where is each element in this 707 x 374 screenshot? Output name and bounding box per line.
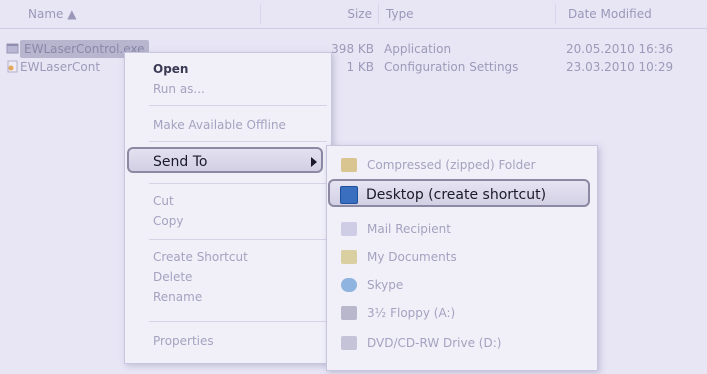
send-to-skype[interactable]: Skype — [327, 272, 597, 298]
file-type: Application — [384, 42, 452, 56]
send-to-my-documents[interactable]: My Documents — [327, 244, 597, 270]
submenu-arrow-icon — [311, 157, 317, 167]
context-menu: Open Run as... Make Available Offline Se… — [124, 52, 332, 364]
sort-ascending-icon: ▲ — [67, 7, 77, 21]
column-date-header[interactable]: Date Modified — [562, 0, 652, 28]
send-to-desktop[interactable]: Desktop (create shortcut) — [328, 179, 590, 207]
menu-separator — [149, 321, 327, 322]
column-header: Name ▲ Size Type Date Modified — [0, 0, 707, 29]
desktop-icon — [340, 186, 358, 204]
file-row[interactable]: EWLaserControl.exe 398 KB Application 20… — [0, 40, 707, 58]
menu-item-send-to[interactable]: Send To — [127, 147, 323, 173]
menu-item-delete[interactable]: Delete — [125, 267, 331, 287]
menu-item-properties[interactable]: Properties — [125, 331, 331, 351]
menu-separator — [149, 239, 327, 240]
application-icon — [6, 43, 19, 54]
file-type: Configuration Settings — [384, 60, 519, 74]
menu-item-send-to-label: Send To — [153, 154, 208, 170]
menu-separator — [149, 105, 327, 106]
send-to-floppy[interactable]: 3½ Floppy (A:) — [327, 300, 597, 326]
column-type-header[interactable]: Type — [380, 0, 414, 28]
column-separator[interactable] — [260, 4, 261, 24]
menu-item-create-shortcut[interactable]: Create Shortcut — [125, 247, 331, 267]
mail-icon — [341, 222, 357, 236]
dvd-drive-icon — [341, 336, 357, 350]
settings-file-icon — [7, 60, 18, 73]
file-date: 20.05.2010 16:36 — [566, 42, 674, 56]
menu-item-run-as[interactable]: Run as... — [125, 79, 331, 99]
floppy-drive-icon — [341, 306, 357, 320]
menu-item-open[interactable]: Open — [125, 59, 331, 79]
menu-item-rename[interactable]: Rename — [125, 287, 331, 307]
send-to-compressed-folder[interactable]: Compressed (zipped) Folder — [327, 152, 597, 178]
column-size-header[interactable]: Size — [324, 0, 376, 28]
zip-folder-icon — [341, 158, 357, 172]
my-documents-icon — [341, 250, 357, 264]
skype-icon — [341, 278, 357, 292]
send-to-dvd-drive[interactable]: DVD/CD-RW Drive (D:) — [327, 330, 597, 356]
menu-item-make-offline[interactable]: Make Available Offline — [125, 115, 331, 135]
menu-separator — [149, 141, 327, 142]
send-to-submenu: Compressed (zipped) Folder Desktop (crea… — [326, 145, 598, 371]
column-name-header[interactable]: Name ▲ — [22, 0, 76, 28]
file-name[interactable]: EWLaserCont — [20, 58, 100, 76]
menu-item-copy[interactable]: Copy — [125, 211, 331, 231]
file-date: 23.03.2010 10:29 — [566, 60, 674, 74]
menu-item-cut[interactable]: Cut — [125, 191, 331, 211]
send-to-mail-recipient[interactable]: Mail Recipient — [327, 216, 597, 242]
column-separator[interactable] — [555, 4, 556, 24]
column-separator[interactable] — [378, 4, 379, 24]
file-row[interactable]: EWLaserCont 1 KB Configuration Settings … — [0, 58, 707, 76]
menu-separator — [149, 183, 327, 184]
